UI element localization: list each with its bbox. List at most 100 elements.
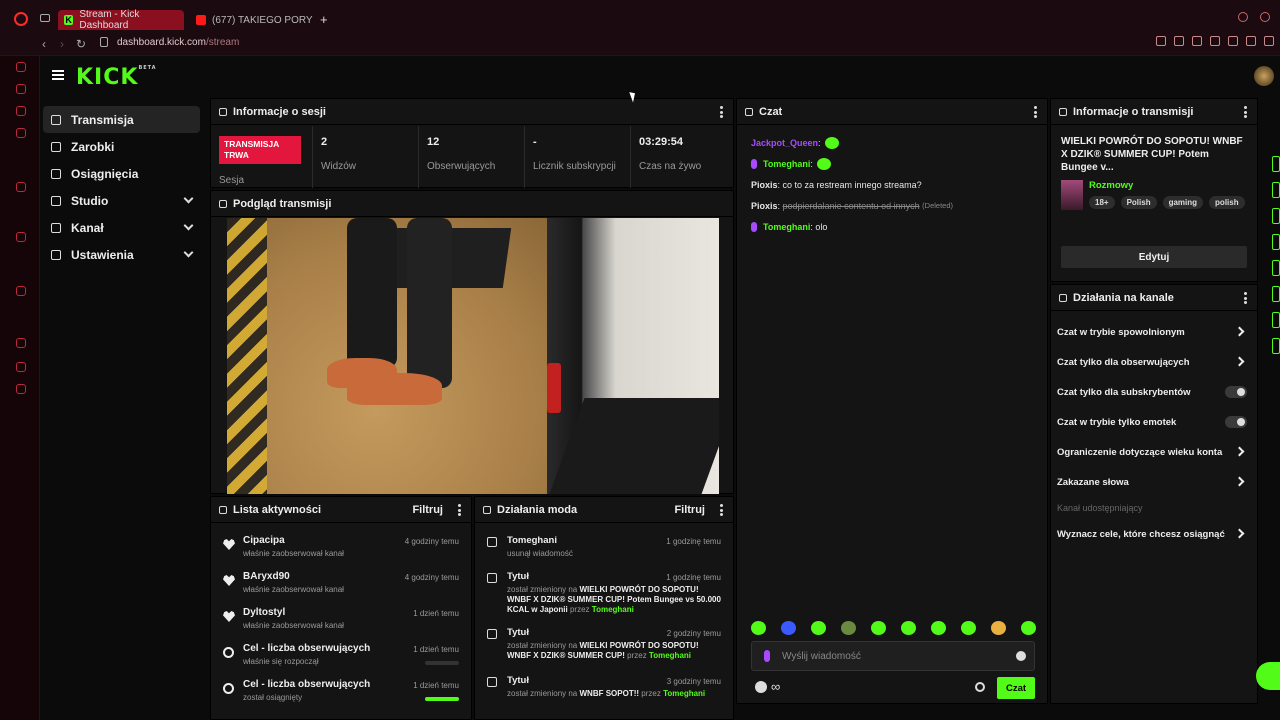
stat-value: 03:29:54 [639,136,684,148]
filter-button[interactable]: Filtruj [674,504,705,516]
stat-value: 2 [321,136,328,148]
emote-icon[interactable] [901,621,916,635]
quick-action-icon[interactable] [1272,338,1280,354]
stream-video[interactable] [227,218,719,494]
chat-username[interactable]: Tomeghani [763,159,810,169]
panel-title: Działania moda [497,503,578,516]
chevron-right-icon [1234,528,1245,539]
settings-icon[interactable] [16,384,26,394]
twitch-icon[interactable] [16,232,26,242]
opera-logo-icon[interactable] [14,12,28,26]
emote-only-toggle[interactable] [1225,416,1247,428]
avatar[interactable] [1254,66,1274,86]
browser-tab-youtube[interactable]: (677) TAKIEGO PORY [190,10,314,30]
diamond-icon[interactable] [16,84,26,94]
sidebar-item-kanal[interactable]: Kanał [43,214,200,241]
heart-icon [223,611,235,622]
clock-icon[interactable] [16,338,26,348]
minimize-icon[interactable] [1260,12,1270,22]
filter-button[interactable]: Filtruj [412,504,443,516]
activity-time: 1 dzień temu [413,645,459,654]
more-icon[interactable] [720,504,723,516]
category-name[interactable]: Rozmowy [1089,180,1133,191]
extension-icon[interactable] [1156,36,1166,46]
chat-username[interactable]: Tomeghani [763,222,810,232]
heart-icon[interactable] [1228,36,1238,46]
help-button[interactable] [1256,662,1280,690]
logo-text: KICK [76,65,139,90]
eye-icon[interactable] [16,62,26,72]
tiktok-icon[interactable] [16,182,26,192]
menu-icon[interactable] [52,70,64,80]
shield-icon [483,505,491,514]
sidebar-item-label: Osiągnięcia [71,166,139,181]
search-icon[interactable] [1238,12,1248,22]
play-icon[interactable] [1210,36,1220,46]
tab-manager-icon[interactable] [40,14,50,22]
heart-icon [223,539,235,550]
more-icon[interactable] [458,504,461,516]
kick-logo[interactable]: KICKBETA [76,65,157,90]
reload-icon[interactable]: ↻ [76,37,86,51]
stream-preview-panel: Podgląd transmisji [210,190,734,494]
emote-icon[interactable] [1021,621,1036,635]
calendar-icon[interactable] [16,128,26,138]
chevron-right-icon [1234,476,1245,487]
chat-input[interactable]: Wyślij wiadomość [751,641,1035,671]
subscribers-only-toggle[interactable] [1225,386,1247,398]
gear-icon[interactable] [975,682,985,692]
puzzle-icon[interactable] [16,362,26,372]
quick-action-icon[interactable] [1272,208,1280,224]
player-icon[interactable] [16,286,26,296]
chat-username[interactable]: Jackpot_Queen [751,138,818,148]
more-icon[interactable] [720,106,723,118]
edit-button[interactable]: Edytuj [1061,246,1247,268]
share-icon[interactable] [1246,36,1256,46]
back-icon[interactable]: ‹ [42,37,46,51]
chat-username[interactable]: Pioxis [751,201,778,211]
emote-icon[interactable] [751,621,766,635]
slow-mode-item[interactable]: Czat w trybie spowolnionym [1057,317,1249,347]
account-age-item[interactable]: Ograniczenie dotyczące wieku konta [1057,437,1249,467]
sidebar-item-osiagniecia[interactable]: Osiągnięcia [43,160,200,187]
address-bar[interactable]: dashboard.kick.com/stream [117,37,239,48]
browser-tab-kick[interactable]: K Stream - Kick Dashboard [58,9,184,31]
address-bar-icons [1156,36,1274,46]
emote-icon[interactable] [841,621,856,635]
more-icon[interactable] [1244,106,1247,118]
chat-message: Tomeghani: [751,153,1033,174]
emote-icon[interactable] [811,621,826,635]
more-icon[interactable] [1034,106,1037,118]
sidebar-item-transmisja[interactable]: Transmisja [43,106,200,133]
quick-action-icon[interactable] [1272,286,1280,302]
quick-action-icon[interactable] [1272,312,1280,328]
followers-only-item[interactable]: Czat tylko dla obserwujących [1057,347,1249,377]
emote-icon[interactable] [931,621,946,635]
emote-icon[interactable] [961,621,976,635]
users-icon[interactable] [755,681,767,693]
more-icon[interactable] [1244,292,1247,304]
vpn-icon[interactable] [1192,36,1202,46]
sidebar-item-zarobki[interactable]: Zarobki [43,133,200,160]
quick-action-icon[interactable] [1272,182,1280,198]
emoji-icon[interactable] [1016,651,1026,661]
download-icon[interactable] [1264,36,1274,46]
new-tab-button[interactable]: + [320,12,328,27]
sidebar-item-ustawienia[interactable]: Ustawienia [43,241,200,268]
item-label: Kanał udostępniający [1057,503,1143,513]
quick-action-icon[interactable] [1272,260,1280,276]
browser-top-icons [1238,12,1270,22]
quick-action-icon[interactable] [1272,156,1280,172]
send-chat-button[interactable]: Czat [997,677,1035,699]
browser-chrome: K Stream - Kick Dashboard (677) TAKIEGO … [0,0,1280,56]
sidebar-item-studio[interactable]: Studio [43,187,200,214]
forward-icon[interactable]: › [60,37,64,51]
quick-action-icon[interactable] [1272,234,1280,250]
snapshot-icon[interactable] [1174,36,1184,46]
emote-icon[interactable] [871,621,886,635]
set-goals-item[interactable]: Wyznacz cele, które chcesz osiągnąć [1057,519,1249,549]
chat-username[interactable]: Pioxis [751,180,778,190]
emote-icon[interactable] [991,621,1006,635]
emote-icon[interactable] [781,621,796,635]
instagram-icon[interactable] [16,106,26,116]
